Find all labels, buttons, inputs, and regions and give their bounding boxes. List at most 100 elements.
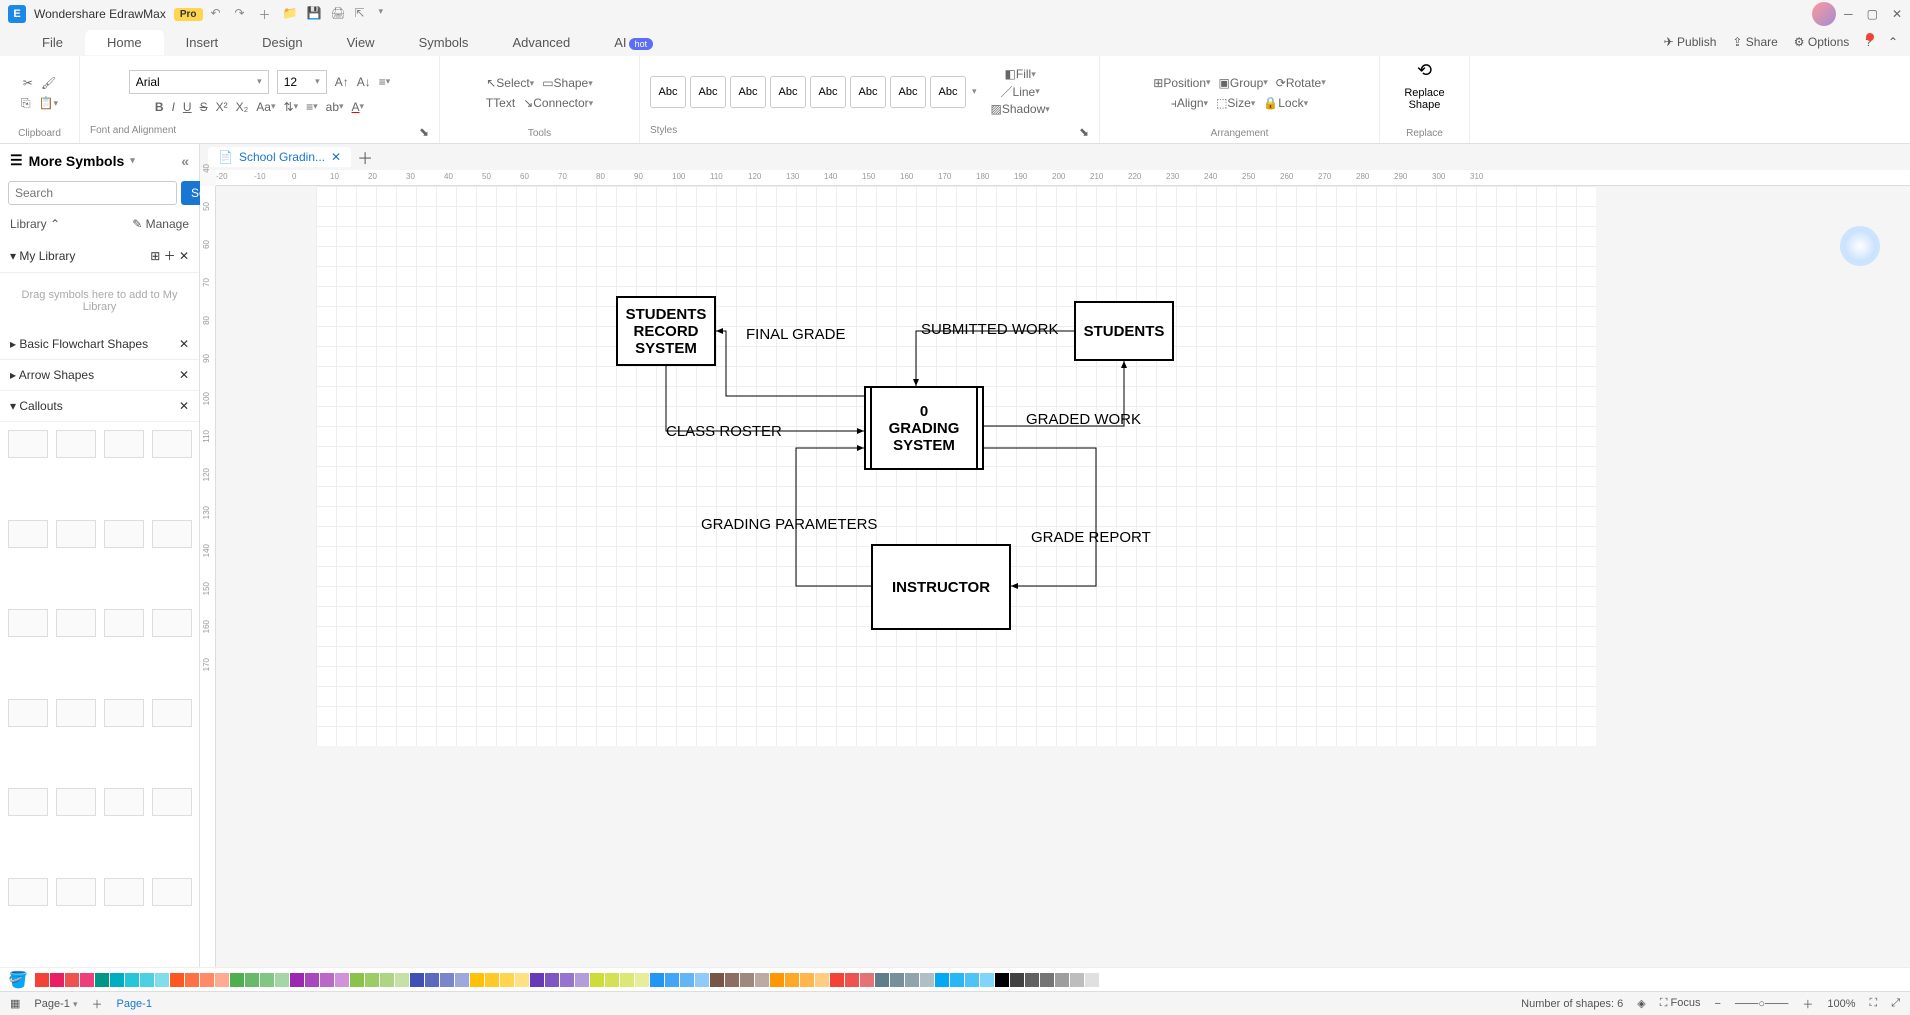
color-swatch[interactable] <box>485 973 499 987</box>
color-swatch[interactable] <box>890 973 904 987</box>
size-button[interactable]: ⬚ Size▾ <box>1216 96 1255 110</box>
menu-view[interactable]: View <box>325 30 397 55</box>
symbol-thumb[interactable] <box>104 878 144 906</box>
print-icon[interactable]: 🖨 <box>331 6 347 22</box>
publish-button[interactable]: ✈ Publish <box>1664 35 1717 49</box>
menu-ai[interactable]: AIhot <box>592 30 675 55</box>
color-swatch[interactable] <box>65 973 79 987</box>
sidebar-cat-callouts[interactable]: ▾ Callouts✕ <box>0 391 199 422</box>
menu-home[interactable]: Home <box>85 30 164 55</box>
color-swatch[interactable] <box>650 973 664 987</box>
tab-close-icon[interactable]: ✕ <box>331 150 341 164</box>
quickaccess-more-icon[interactable]: ▾ <box>379 6 395 22</box>
color-swatch[interactable] <box>740 973 754 987</box>
color-swatch[interactable] <box>935 973 949 987</box>
color-swatch[interactable] <box>755 973 769 987</box>
options-button[interactable]: ⚙ Options <box>1794 35 1849 49</box>
color-swatch[interactable] <box>965 973 979 987</box>
diagram-node-students_record[interactable]: STUDENTS RECORD SYSTEM <box>616 296 716 366</box>
fit-icon[interactable]: ⛶ <box>1869 997 1877 1010</box>
close-icon[interactable]: ✕ <box>1892 7 1902 21</box>
symbol-thumb[interactable] <box>8 878 48 906</box>
color-swatch[interactable] <box>260 973 274 987</box>
fullscreen-icon[interactable]: ⤢ <box>1891 997 1900 1010</box>
align-button[interactable]: ⫞ Align▾ <box>1171 96 1208 111</box>
color-swatch[interactable] <box>605 973 619 987</box>
symbol-thumb[interactable] <box>152 520 192 548</box>
symbol-thumb[interactable] <box>152 699 192 727</box>
line-spacing-icon[interactable]: ⇅▾ <box>284 100 299 114</box>
color-swatch[interactable] <box>575 973 589 987</box>
color-swatch[interactable] <box>995 973 1009 987</box>
color-swatch[interactable] <box>950 973 964 987</box>
symbol-thumb[interactable] <box>8 699 48 727</box>
symbol-thumb[interactable] <box>104 520 144 548</box>
style-chip[interactable]: Abc <box>810 76 846 108</box>
diagram-node-grading[interactable]: 0GRADING SYSTEM <box>864 386 984 470</box>
underline-icon[interactable]: U <box>183 100 192 114</box>
symbol-thumb[interactable] <box>104 430 144 458</box>
italic-icon[interactable]: I <box>172 100 175 114</box>
symbol-thumb[interactable] <box>104 699 144 727</box>
maximize-icon[interactable]: ▢ <box>1867 7 1878 21</box>
symbol-thumb[interactable] <box>56 788 96 816</box>
symbol-thumb[interactable] <box>104 788 144 816</box>
copy-icon[interactable]: ⎘ <box>21 96 31 111</box>
shape-tool[interactable]: ▭ Shape ▾ <box>542 76 593 90</box>
export-icon[interactable]: ⇱ <box>355 6 371 22</box>
color-swatch[interactable] <box>380 973 394 987</box>
symbol-thumb[interactable] <box>56 609 96 637</box>
color-swatch[interactable] <box>125 973 139 987</box>
color-swatch[interactable] <box>515 973 529 987</box>
layers-icon[interactable]: ◈ <box>1637 997 1645 1010</box>
color-swatch[interactable] <box>305 973 319 987</box>
superscript-icon[interactable]: X² <box>216 100 228 114</box>
color-swatch[interactable] <box>425 973 439 987</box>
color-swatch[interactable] <box>860 973 874 987</box>
color-swatch[interactable] <box>980 973 994 987</box>
color-swatch[interactable] <box>395 973 409 987</box>
color-swatch[interactable] <box>95 973 109 987</box>
page-select[interactable]: Page-1 ▾ <box>34 998 77 1010</box>
color-swatch[interactable] <box>200 973 214 987</box>
color-swatch[interactable] <box>455 973 469 987</box>
color-swatch[interactable] <box>170 973 184 987</box>
connector-tool[interactable]: ↘ Connector ▾ <box>523 96 593 110</box>
symbol-thumb[interactable] <box>56 520 96 548</box>
color-swatch[interactable] <box>365 973 379 987</box>
color-swatch[interactable] <box>110 973 124 987</box>
save-icon[interactable]: 💾 <box>307 6 323 22</box>
symbol-thumb[interactable] <box>152 878 192 906</box>
floating-help-icon[interactable] <box>1840 226 1880 266</box>
menu-advanced[interactable]: Advanced <box>490 30 592 55</box>
bullets-icon[interactable]: ≡▾ <box>306 100 318 114</box>
font-dialog-icon[interactable]: ⬊ <box>419 125 429 139</box>
font-color-icon[interactable]: A▾ <box>352 100 365 114</box>
select-tool[interactable]: ↖ Select ▾ <box>486 76 534 90</box>
cut-icon[interactable]: ✂ <box>23 76 33 90</box>
new-icon[interactable]: ＋ <box>259 6 275 22</box>
color-swatch[interactable] <box>1100 973 1114 987</box>
page-layout-icon[interactable]: ▦ <box>10 997 20 1010</box>
paint-bucket-icon[interactable]: 🪣 <box>8 970 28 990</box>
strike-icon[interactable]: S <box>200 100 208 114</box>
tab-file[interactable]: 📄 School Gradin... ✕ <box>208 147 351 167</box>
color-swatch[interactable] <box>350 973 364 987</box>
color-swatch[interactable] <box>845 973 859 987</box>
style-chip[interactable]: Abc <box>850 76 886 108</box>
symbol-thumb[interactable] <box>56 430 96 458</box>
decrease-font-icon[interactable]: A↓ <box>357 75 371 89</box>
add-page-icon[interactable]: ＋ <box>91 996 102 1012</box>
color-swatch[interactable] <box>770 973 784 987</box>
diagram-node-instructor[interactable]: INSTRUCTOR <box>871 544 1011 630</box>
color-swatch[interactable] <box>245 973 259 987</box>
color-swatch[interactable] <box>1025 973 1039 987</box>
color-swatch[interactable] <box>335 973 349 987</box>
share-button[interactable]: ⇪ Share <box>1732 35 1777 49</box>
color-swatch[interactable] <box>35 973 49 987</box>
shadow-button[interactable]: ▨ Shadow ▾ <box>991 102 1050 116</box>
increase-font-icon[interactable]: A↑ <box>335 75 349 89</box>
replace-shape-button[interactable]: Replace Shape <box>1390 87 1459 111</box>
position-button[interactable]: ⊞ Position▾ <box>1153 76 1210 90</box>
symbol-thumb[interactable] <box>152 609 192 637</box>
